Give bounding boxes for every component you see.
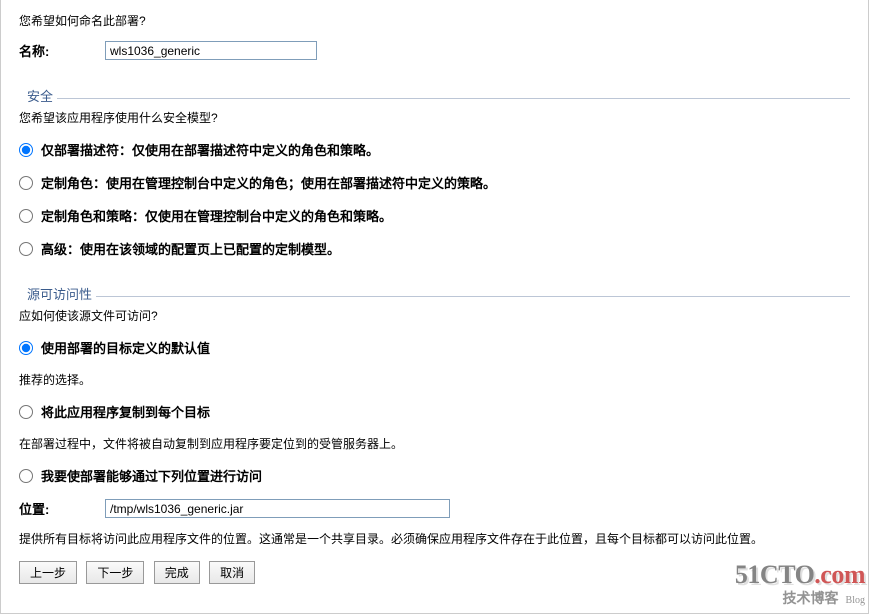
accessibility-copy-desc: 在部署过程中，文件将被自动复制到应用程序要定位到的受管服务器上。 [19, 435, 850, 452]
accessibility-location-desc: 提供所有目标将访问此应用程序文件的位置。这通常是一个共享目录。必须确保应用程序文… [19, 530, 850, 547]
accessibility-option-copy[interactable]: 将此应用程序复制到每个目标 [41, 402, 210, 421]
section-security-title: 安全 [19, 89, 57, 104]
security-radio-advanced[interactable] [19, 242, 33, 256]
security-radio-custom-roles-policies[interactable] [19, 209, 33, 223]
accessibility-radio-location[interactable] [19, 469, 33, 483]
cancel-button[interactable]: 取消 [209, 561, 255, 584]
location-label: 位置: [19, 499, 105, 518]
security-option-custom-roles-policies[interactable]: 定制角色和策略：仅使用在管理控制台中定义的角色和策略。 [41, 206, 392, 225]
section-accessibility: 源可访问性 [19, 276, 850, 297]
name-input[interactable] [105, 41, 317, 60]
security-question: 您希望该应用程序使用什么安全模型? [19, 109, 850, 126]
button-bar: 上一步 下一步 完成 取消 [19, 561, 850, 584]
security-radio-custom-roles[interactable] [19, 176, 33, 190]
location-input[interactable] [105, 499, 450, 518]
accessibility-question: 应如何使该源文件可访问? [19, 307, 850, 324]
security-option-advanced[interactable]: 高级：使用在该领域的配置页上已配置的定制模型。 [41, 239, 340, 258]
finish-button[interactable]: 完成 [154, 561, 200, 584]
next-button[interactable]: 下一步 [86, 561, 144, 584]
section-security: 安全 [19, 78, 850, 99]
accessibility-default-desc: 推荐的选择。 [19, 371, 850, 388]
back-button[interactable]: 上一步 [19, 561, 77, 584]
section-accessibility-title: 源可访问性 [19, 287, 96, 302]
accessibility-option-default[interactable]: 使用部署的目标定义的默认值 [41, 338, 210, 357]
security-option-descriptors[interactable]: 仅部署描述符：仅使用在部署描述符中定义的角色和策略。 [41, 140, 379, 159]
accessibility-radio-default[interactable] [19, 341, 33, 355]
security-radio-descriptors[interactable] [19, 143, 33, 157]
accessibility-option-location[interactable]: 我要使部署能够通过下列位置进行访问 [41, 466, 262, 485]
naming-question: 您希望如何命名此部署? [19, 12, 850, 29]
name-label: 名称: [19, 41, 105, 60]
security-option-custom-roles[interactable]: 定制角色：使用在管理控制台中定义的角色；使用在部署描述符中定义的策略。 [41, 173, 496, 192]
accessibility-radio-copy[interactable] [19, 405, 33, 419]
